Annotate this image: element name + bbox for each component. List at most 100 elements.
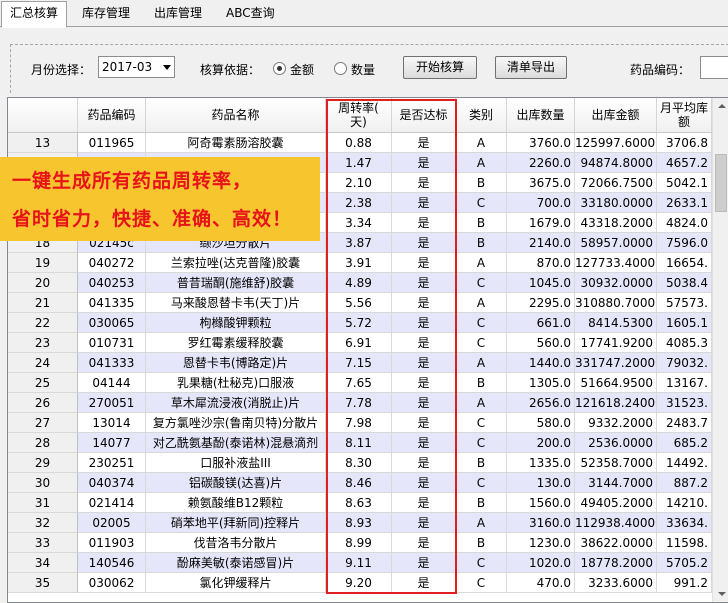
cell-category: A	[456, 253, 507, 273]
cell-qualified: 是	[392, 553, 456, 573]
start-calc-button[interactable]: 开始核算	[403, 56, 477, 79]
table-row[interactable]: 29 230251 口服补液盐III 8.30 是 B 1335.0 52358.7000 14…	[8, 453, 712, 473]
table-row[interactable]: 27 13014 复方氯唑沙宗(鲁南贝特)分散片 7.98 是 C 580.0 9332.20…	[8, 413, 712, 433]
cell-turnover-rate: 5.72	[326, 313, 392, 333]
cell-qualified: 是	[392, 293, 456, 313]
cell-category: A	[456, 133, 507, 153]
cell-monthly-avg: 13167.	[657, 373, 712, 393]
cell-drug-code: 011903	[78, 533, 146, 553]
cell-out-quantity: 3160.0	[507, 513, 575, 533]
cell-qualified: 是	[392, 133, 456, 153]
cell-out-quantity: 2295.0	[507, 293, 575, 313]
vertical-scrollbar[interactable]	[712, 98, 728, 602]
table-row[interactable]: 32 02005 硝苯地平(拜新同)控释片 8.93 是 A 3160.0 112938.40…	[8, 513, 712, 533]
cell-category: C	[456, 433, 507, 453]
row-number: 13	[8, 133, 78, 153]
cell-out-quantity: 2260.0	[507, 153, 575, 173]
cell-category: B	[456, 173, 507, 193]
month-value: 2017-03	[102, 60, 153, 74]
table-row[interactable]: 30 040374 铝碳酸镁(达喜)片 8.46 是 C 130.0 3144.7000 887…	[8, 473, 712, 493]
radio-quantity[interactable]	[334, 62, 347, 75]
cell-out-amount: 121618.2400	[575, 393, 657, 413]
cell-monthly-avg: 11598.	[657, 533, 712, 553]
cell-turnover-rate: 8.63	[326, 493, 392, 513]
header-drug-code[interactable]: 药品编码	[78, 98, 146, 132]
cell-drug-code: 041333	[78, 353, 146, 373]
table-row[interactable]: 26 270051 草木犀流浸液(消脱止)片 7.78 是 A 2656.0 121618.2…	[8, 393, 712, 413]
cell-out-quantity: 560.0	[507, 333, 575, 353]
table-row[interactable]: 35 030062 氯化钾缓释片 9.20 是 C 470.0 3233.6000 991.2	[8, 573, 712, 593]
cell-drug-name: 乳果糖(杜秘克)口服液	[146, 373, 326, 393]
cell-out-quantity: 3760.0	[507, 133, 575, 153]
cell-out-amount: 310880.7000	[575, 293, 657, 313]
tab-inventory[interactable]: 库存管理	[74, 2, 138, 24]
cell-qualified: 是	[392, 173, 456, 193]
cell-category: B	[456, 493, 507, 513]
table-row[interactable]: 28 14077 对乙酰氨基酚(泰诺林)混悬滴剂 8.11 是 C 200.0 2536.00…	[8, 433, 712, 453]
cell-drug-code: 010731	[78, 333, 146, 353]
cell-category: A	[456, 153, 507, 173]
cell-out-amount: 9332.2000	[575, 413, 657, 433]
cell-drug-code: 02005	[78, 513, 146, 533]
tab-outbound[interactable]: 出库管理	[146, 2, 210, 24]
cell-turnover-rate: 0.88	[326, 133, 392, 153]
cell-out-amount: 33180.0000	[575, 193, 657, 213]
cell-qualified: 是	[392, 253, 456, 273]
month-select[interactable]: 2017-03	[98, 56, 175, 78]
radio-amount[interactable]	[273, 62, 286, 75]
table-row[interactable]: 13 011965 阿奇霉素肠溶胶囊 0.88 是 A 3760.0 125997.6000 3…	[8, 133, 712, 153]
table-row[interactable]: 20 040253 普昔瑞酮(施维舒)胶囊 4.89 是 C 1045.0 30932.000…	[8, 273, 712, 293]
table-row[interactable]: 34 140546 酚麻美敏(泰诺感冒)片 9.11 是 C 1020.0 18778.200…	[8, 553, 712, 573]
header-monthly-avg[interactable]: 月平均库 额	[657, 98, 712, 132]
table-row[interactable]: 33 011903 伐昔洛韦分散片 8.99 是 B 1230.0 38622.0000 115…	[8, 533, 712, 553]
row-number: 25	[8, 373, 78, 393]
cell-turnover-rate: 1.47	[326, 153, 392, 173]
cell-monthly-avg: 5705.2	[657, 553, 712, 573]
cell-drug-name: 赖氨酸维B12颗粒	[146, 493, 326, 513]
tab-summary[interactable]: 汇总核算	[1, 1, 68, 28]
header-out-amount[interactable]: 出库金额	[575, 98, 657, 132]
drug-code-input[interactable]	[700, 56, 728, 79]
export-list-button[interactable]: 清单导出	[495, 56, 567, 79]
cell-drug-name: 复方氯唑沙宗(鲁南贝特)分散片	[146, 413, 326, 433]
header-category[interactable]: 类别	[456, 98, 507, 132]
cell-out-amount: 331747.2000	[575, 353, 657, 373]
cell-qualified: 是	[392, 213, 456, 233]
table-row[interactable]: 23 010731 罗红霉素缓释胶囊 6.91 是 C 560.0 17741.9200 408…	[8, 333, 712, 353]
cell-qualified: 是	[392, 273, 456, 293]
table-row[interactable]: 22 030065 枸橼酸钾颗粒 5.72 是 C 661.0 8414.5300 1605.1	[8, 313, 712, 333]
row-number: 30	[8, 473, 78, 493]
header-drug-name[interactable]: 药品名称	[146, 98, 326, 132]
cell-category: B	[456, 453, 507, 473]
table-row[interactable]: 31 021414 赖氨酸维B12颗粒 8.63 是 B 1560.0 49405.2000 1…	[8, 493, 712, 513]
cell-out-quantity: 1440.0	[507, 353, 575, 373]
cell-out-amount: 125997.6000	[575, 133, 657, 153]
cell-drug-code: 041335	[78, 293, 146, 313]
cell-qualified: 是	[392, 373, 456, 393]
scroll-down-button[interactable]	[713, 585, 728, 602]
cell-out-quantity: 1230.0	[507, 533, 575, 553]
table-row[interactable]: 21 041335 马来酸恩替卡韦(天丁)片 5.56 是 A 2295.0 310880.7…	[8, 293, 712, 313]
row-number: 31	[8, 493, 78, 513]
cell-turnover-rate: 7.98	[326, 413, 392, 433]
cell-drug-name: 对乙酰氨基酚(泰诺林)混悬滴剂	[146, 433, 326, 453]
table-row[interactable]: 25 04144 乳果糖(杜秘克)口服液 7.65 是 B 1305.0 51664.9500…	[8, 373, 712, 393]
cell-turnover-rate: 7.65	[326, 373, 392, 393]
cell-category: B	[456, 533, 507, 553]
cell-monthly-avg: 5042.1	[657, 173, 712, 193]
scroll-up-button[interactable]	[713, 98, 728, 115]
cell-category: B	[456, 233, 507, 253]
header-qualified[interactable]: 是否达标	[392, 98, 456, 132]
cell-qualified: 是	[392, 473, 456, 493]
cell-turnover-rate: 7.78	[326, 393, 392, 413]
table-row[interactable]: 24 041333 恩替卡韦(博路定)片 7.15 是 A 1440.0 331747.200…	[8, 353, 712, 373]
header-turnover-rate[interactable]: 周转率( 天)	[326, 98, 392, 132]
table-row[interactable]: 19 040272 兰索拉唑(达克普隆)胶囊 3.91 是 A 870.0 127733.40…	[8, 253, 712, 273]
scroll-thumb[interactable]	[715, 154, 727, 212]
cell-qualified: 是	[392, 513, 456, 533]
cell-qualified: 是	[392, 193, 456, 213]
cell-out-amount: 17741.9200	[575, 333, 657, 353]
tab-abc[interactable]: ABC查询	[218, 2, 283, 24]
header-out-quantity[interactable]: 出库数量	[507, 98, 575, 132]
cell-drug-name: 枸橼酸钾颗粒	[146, 313, 326, 333]
